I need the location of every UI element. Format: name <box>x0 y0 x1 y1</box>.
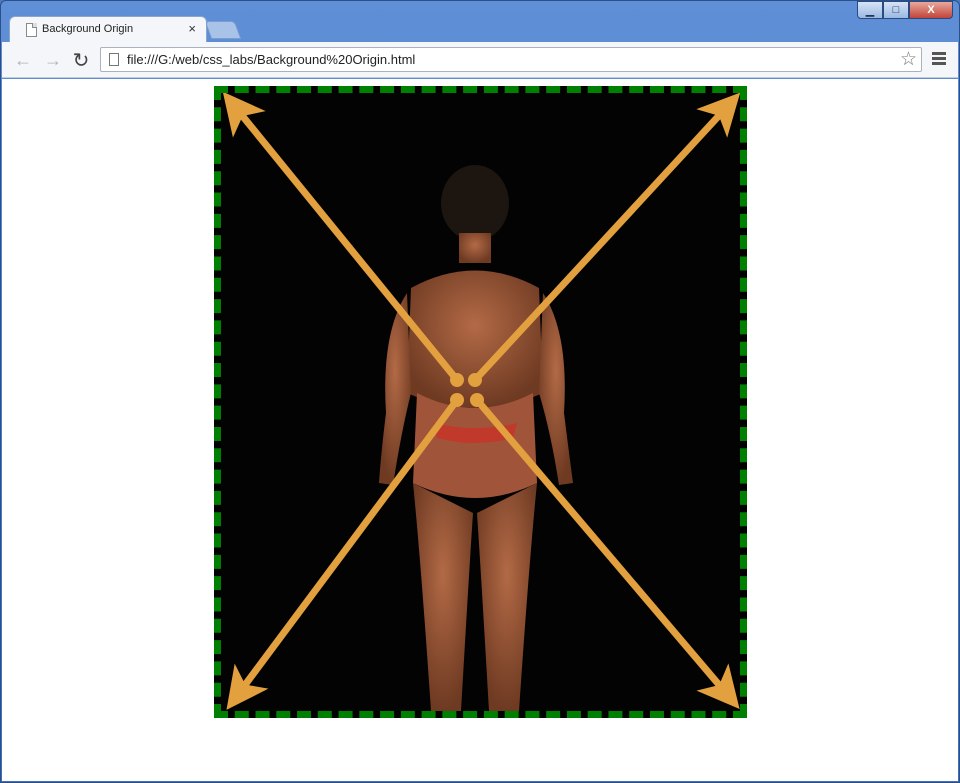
forward-button[interactable]: → <box>42 49 64 71</box>
toolbar: ← → ↻ file:///G:/web/css_labs/Background… <box>2 42 958 78</box>
tab-close-icon[interactable]: × <box>188 21 196 36</box>
close-window-button[interactable]: X <box>909 1 953 19</box>
new-tab-button[interactable] <box>204 21 242 39</box>
minimize-button[interactable]: ▁ <box>857 1 883 19</box>
reload-icon: ↻ <box>72 49 90 72</box>
demo-image <box>221 93 740 711</box>
arrow-right-icon: → <box>44 49 62 70</box>
window-controls: ▁ □ X <box>857 1 953 20</box>
maximize-button[interactable]: □ <box>883 1 909 19</box>
arrow-left-icon: ← <box>14 49 32 70</box>
back-button[interactable]: ← <box>12 49 34 71</box>
page-favicon-icon <box>26 23 37 37</box>
tab-background-origin[interactable]: Background Origin × <box>9 16 207 42</box>
tab-strip: Background Origin × <box>1 1 960 42</box>
page-viewport <box>2 79 958 781</box>
menu-icon[interactable] <box>932 52 946 67</box>
address-bar[interactable]: file:///G:/web/css_labs/Background%20Ori… <box>100 47 922 72</box>
reload-button[interactable]: ↻ <box>70 49 92 72</box>
browser-window: Background Origin × ▁ □ X ← → ↻ file:///… <box>0 0 960 783</box>
star-icon[interactable]: ☆ <box>900 48 917 71</box>
tab-title: Background Origin <box>42 23 134 35</box>
page-icon <box>109 53 119 66</box>
url-text[interactable]: file:///G:/web/css_labs/Background%20Ori… <box>127 52 415 67</box>
background-origin-demo-box <box>214 86 747 718</box>
